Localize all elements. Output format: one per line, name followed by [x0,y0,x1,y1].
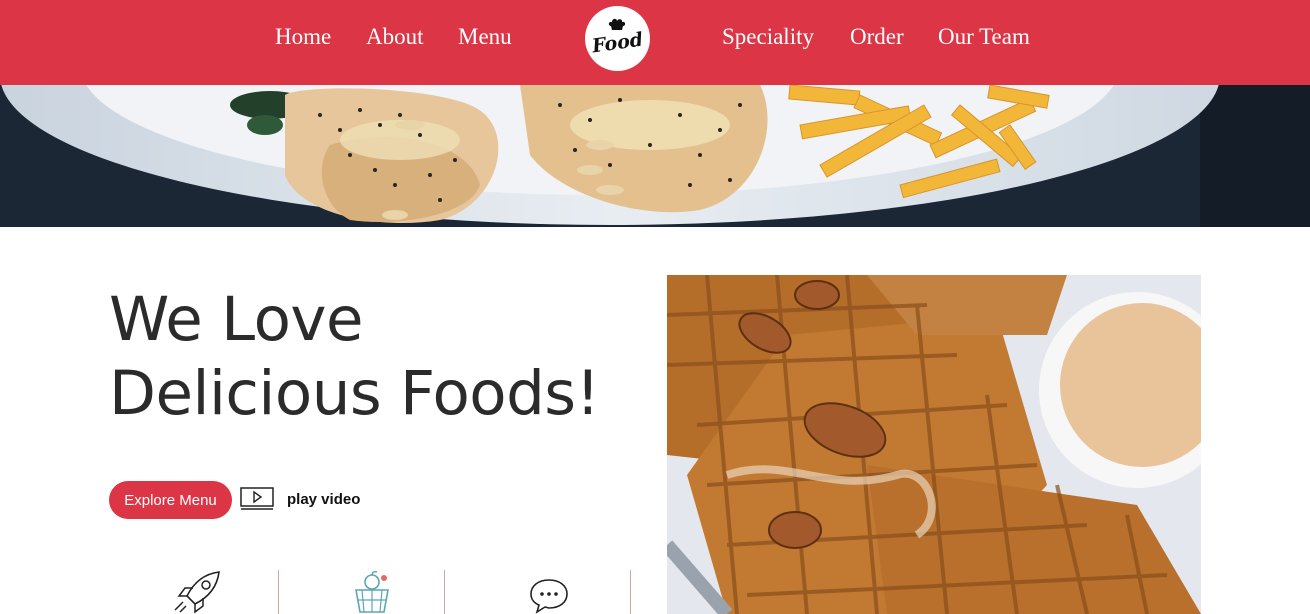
logo-text: Food [590,28,645,57]
waffles-photo [667,275,1201,614]
explore-menu-button[interactable]: Explore Menu [109,481,232,519]
play-video-button[interactable]: play video [240,486,360,512]
video-screen-icon [240,487,274,510]
play-video-label: play video [287,490,361,508]
feature-divider [278,570,279,614]
hero-banner-image [0,85,1310,227]
chef-hat-icon [608,18,626,30]
rocket-icon [174,571,220,614]
fruit-basket-icon [355,570,389,613]
nav-order-link[interactable]: Order [850,22,904,52]
site-logo[interactable]: Food [585,6,650,71]
headline-line-1: We Love [109,284,364,355]
headline-line-2: Delicious Foods! [109,358,600,429]
feature-divider [630,570,631,614]
nav-about-link[interactable]: About [366,22,424,52]
nav-our-team-link[interactable]: Our Team [938,22,1030,52]
feature-divider [444,570,445,614]
hero-headline: We Love Delicious Foods! [109,283,629,431]
top-navigation-bar: Home About Menu Food Speciality Order Ou… [0,0,1310,85]
chat-bubble-icon [530,579,568,614]
nav-home-link[interactable]: Home [275,22,331,52]
nav-speciality-link[interactable]: Speciality [722,22,814,52]
nav-menu-link[interactable]: Menu [458,22,512,52]
